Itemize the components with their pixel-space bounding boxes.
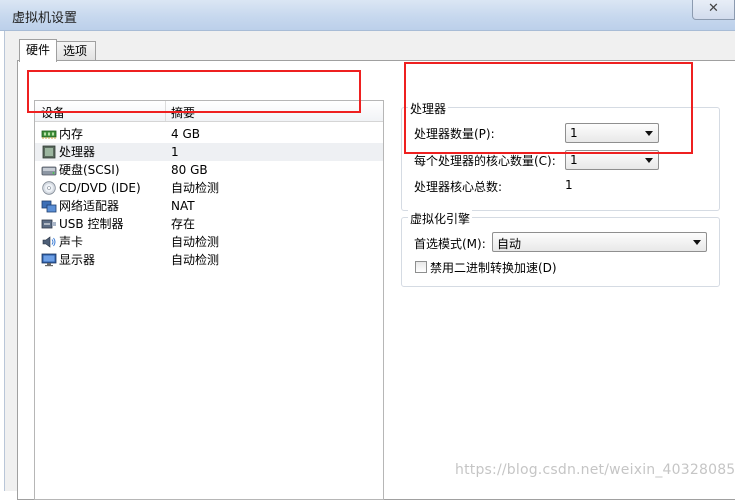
cores-per-processor-value: 1: [570, 153, 578, 167]
disable-binary-accel-checkbox[interactable]: [415, 261, 427, 273]
device-summary: 1: [171, 145, 179, 159]
column-header-device[interactable]: 设备: [41, 104, 65, 121]
device-row-sound-card[interactable]: 声卡 自动检测: [35, 233, 383, 251]
device-summary: 自动检测: [171, 235, 220, 249]
column-separator: [165, 101, 166, 121]
close-button[interactable]: ✕: [692, 0, 735, 20]
virtualization-group: 虚拟化引擎 首选模式(M): 自动 禁用二进制转换加速(D): [401, 210, 720, 287]
device-row-memory[interactable]: 内存 4 GB: [35, 125, 383, 143]
cores-per-processor-select[interactable]: 1: [565, 150, 659, 170]
hardware-panel: 设备 摘要 内存 4 GB 处理器 1 硬盘(SCSI) 80 GB CD/DV…: [17, 60, 735, 500]
device-row-cd-dvd[interactable]: CD/DVD (IDE) 自动检测: [35, 179, 383, 197]
processor-count-label: 处理器数量(P):: [414, 127, 495, 141]
device-name: 声卡: [59, 235, 84, 249]
processors-group: 处理器 处理器数量(P): 1 每个处理器的核心数量(C): 1 处理器核心总数…: [401, 100, 720, 211]
total-cores-value: 1: [565, 178, 573, 192]
device-name: 网络适配器: [59, 199, 120, 213]
device-summary: 自动检测: [171, 253, 220, 267]
column-header-summary[interactable]: 摘要: [171, 104, 195, 121]
device-name: USB 控制器: [59, 217, 124, 231]
total-cores-label: 处理器核心总数:: [414, 180, 503, 194]
device-name: 硬盘(SCSI): [59, 163, 120, 177]
title-bar: 虚拟机设置 ✕: [0, 0, 735, 31]
watermark: https://blog.csdn.net/weixin_40328085: [455, 462, 735, 478]
preferred-mode-select[interactable]: 自动: [492, 232, 707, 252]
device-row-processor[interactable]: 处理器 1: [35, 143, 383, 161]
disable-binary-accel-label[interactable]: 禁用二进制转换加速(D): [430, 259, 557, 276]
cd-dvd-icon: [42, 181, 56, 195]
processors-group-title: 处理器: [408, 100, 449, 117]
window-title: 虚拟机设置: [12, 11, 78, 26]
device-summary: 80 GB: [171, 163, 208, 177]
memory-icon: [41, 130, 57, 139]
chevron-down-icon: [645, 158, 653, 163]
device-list[interactable]: 设备 摘要 内存 4 GB 处理器 1 硬盘(SCSI) 80 GB CD/DV…: [34, 100, 384, 500]
device-name: 处理器: [59, 145, 96, 159]
device-row-hard-disk[interactable]: 硬盘(SCSI) 80 GB: [35, 161, 383, 179]
preferred-mode-label: 首选模式(M):: [414, 237, 486, 251]
preferred-mode-value: 自动: [497, 237, 522, 251]
network-adapter-icon: [41, 200, 57, 213]
display-icon: [41, 253, 57, 267]
tab-hardware[interactable]: 硬件: [19, 39, 57, 62]
device-summary: 自动检测: [171, 181, 220, 195]
device-list-header: 设备 摘要: [35, 101, 383, 122]
sound-card-icon: [42, 236, 56, 248]
tab-hardware-label: 硬件: [26, 43, 51, 57]
device-summary: NAT: [171, 199, 195, 213]
device-summary: 4 GB: [171, 127, 200, 141]
device-name: 显示器: [59, 253, 96, 267]
device-row-usb[interactable]: USB 控制器 存在: [35, 215, 383, 233]
processor-count-value: 1: [570, 126, 578, 140]
processor-icon: [42, 145, 56, 159]
chevron-down-icon: [693, 240, 701, 245]
device-name: 内存: [59, 127, 84, 141]
cores-per-processor-label: 每个处理器的核心数量(C):: [414, 154, 556, 168]
device-row-network-adapter[interactable]: 网络适配器 NAT: [35, 197, 383, 215]
device-summary: 存在: [171, 217, 196, 231]
hard-disk-icon: [41, 166, 57, 176]
virtualization-group-title: 虚拟化引擎: [408, 210, 473, 227]
close-icon: ✕: [708, 1, 719, 16]
dialog-body: 硬件 选项 设备 摘要 内存 4 GB 处理器 1 硬盘(SCSI) 80 GB…: [4, 31, 735, 500]
tab-options[interactable]: 选项: [56, 41, 96, 60]
device-name: CD/DVD (IDE): [59, 181, 141, 195]
device-row-display[interactable]: 显示器 自动检测: [35, 251, 383, 269]
chevron-down-icon: [645, 131, 653, 136]
usb-icon: [41, 219, 56, 229]
processor-count-select[interactable]: 1: [565, 123, 659, 143]
tab-options-label: 选项: [63, 44, 88, 58]
